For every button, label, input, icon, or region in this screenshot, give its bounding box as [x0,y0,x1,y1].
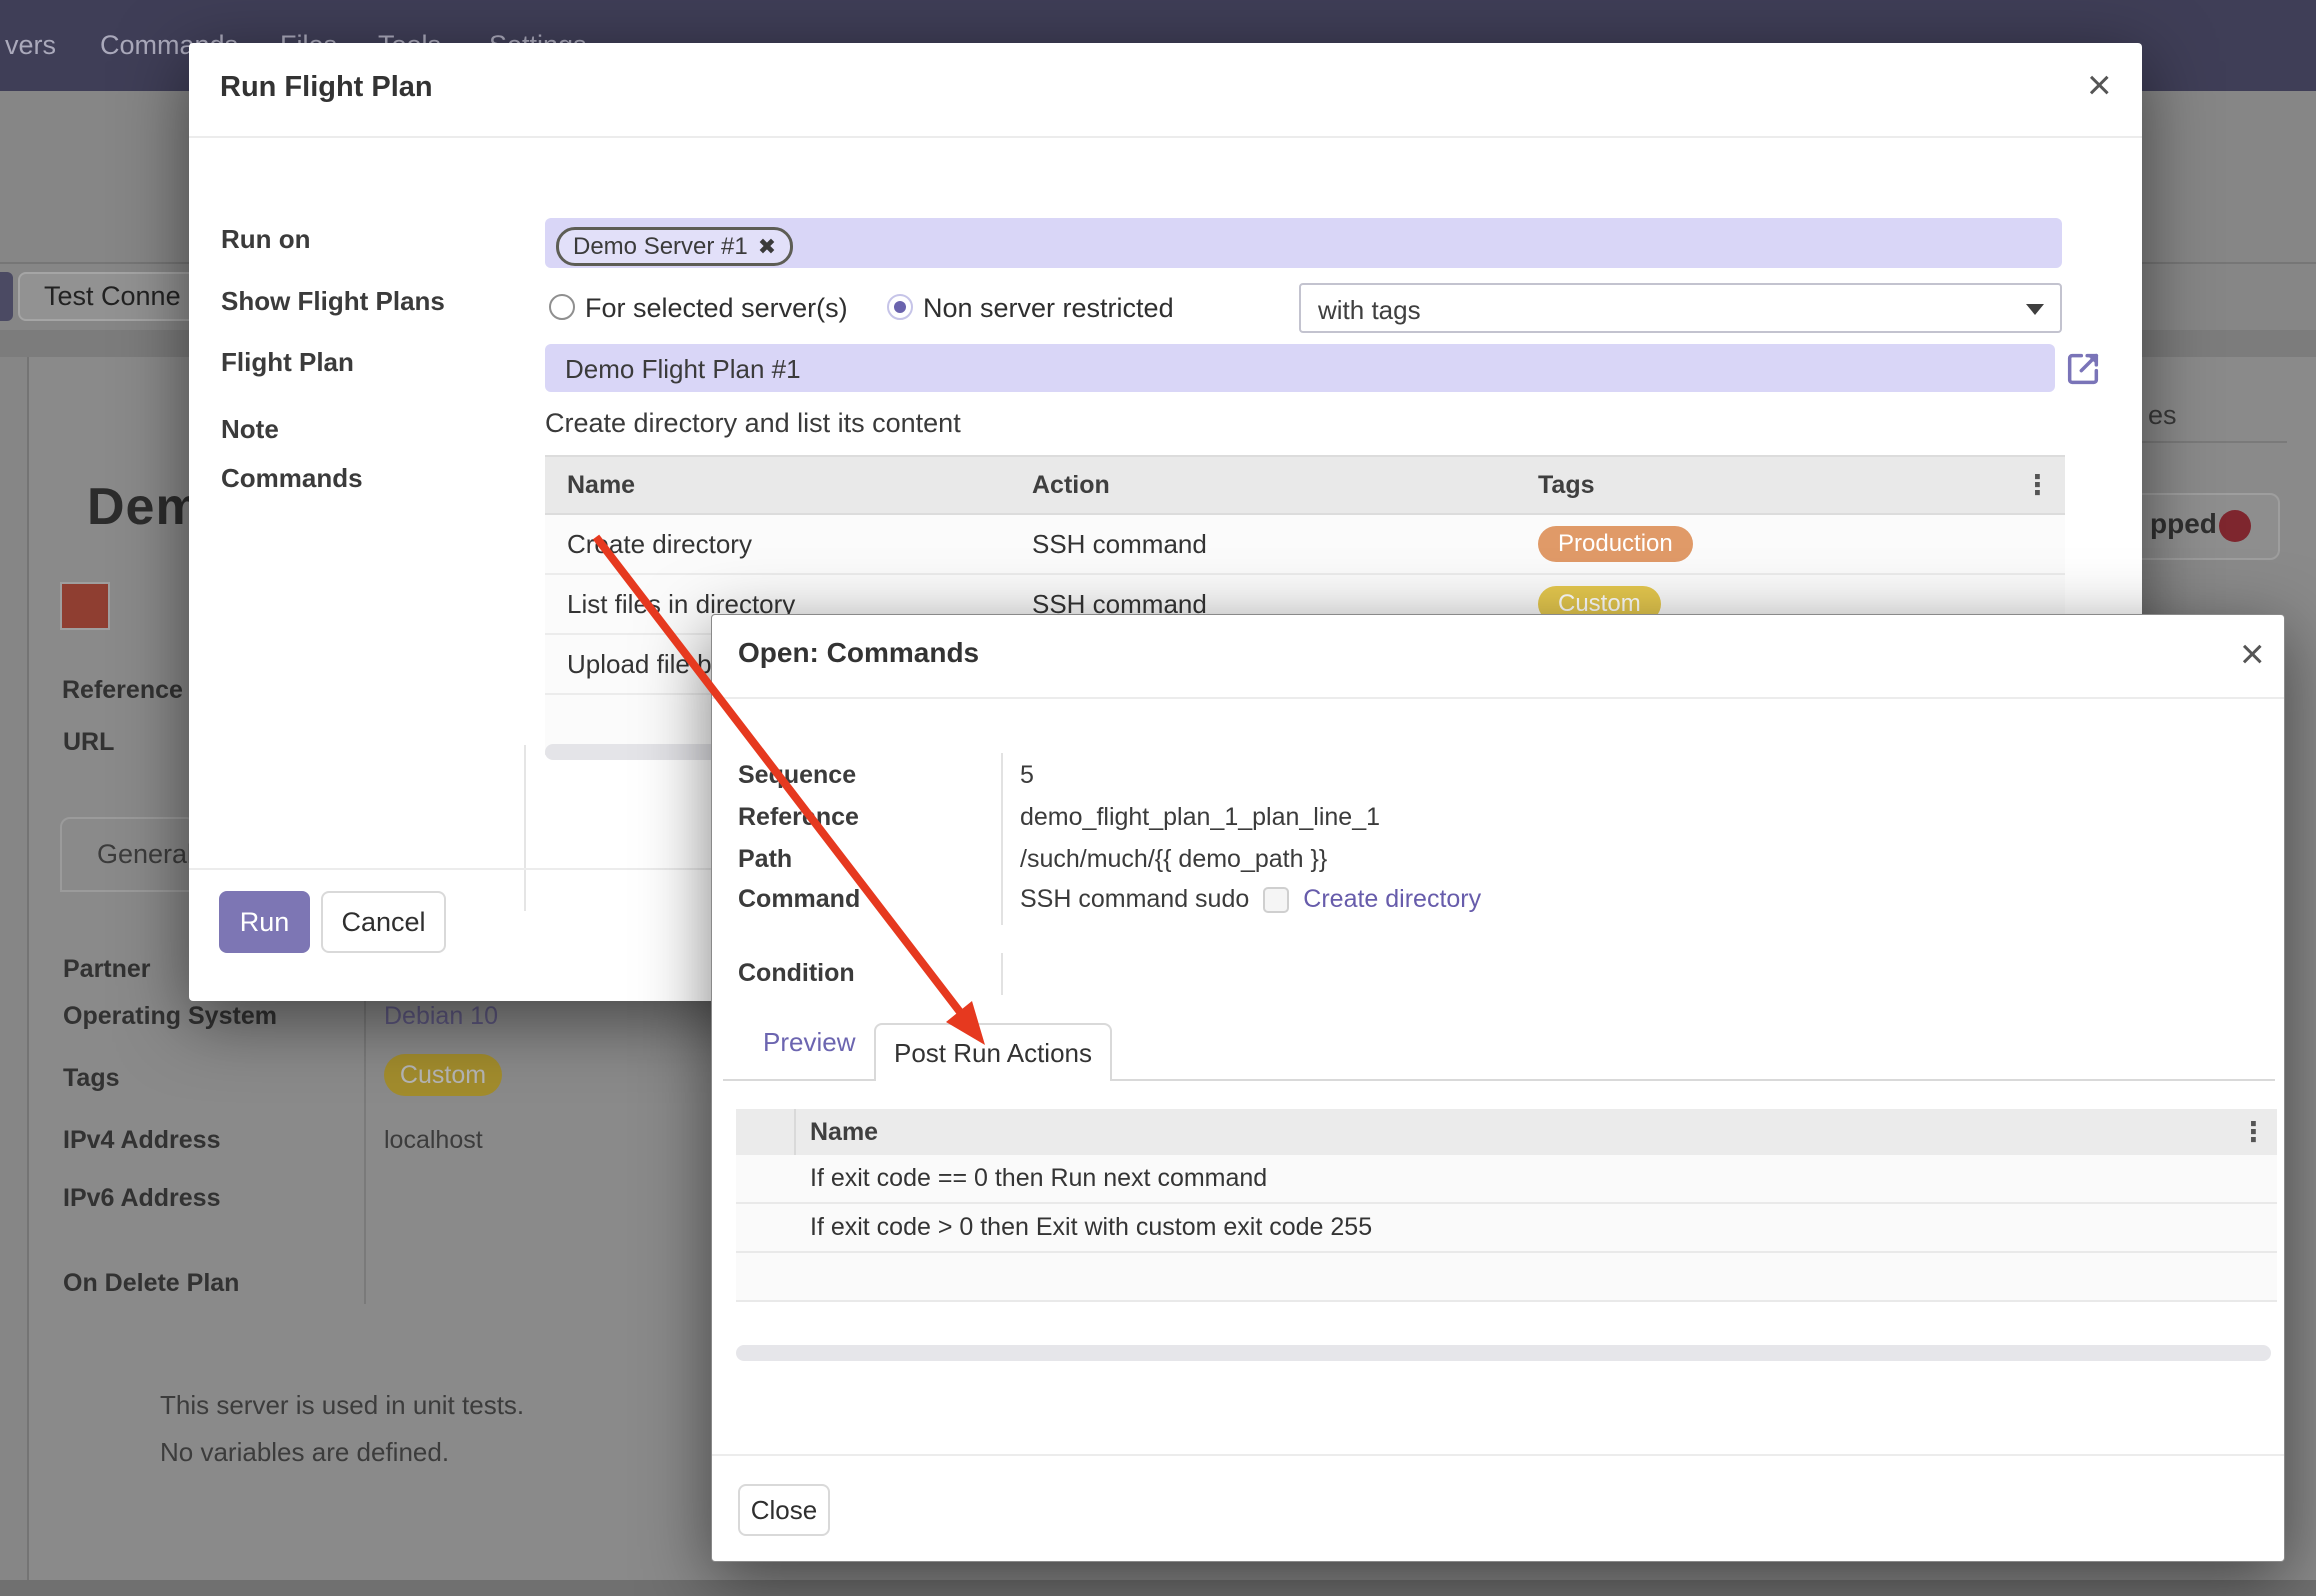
close-icon[interactable]: × [2240,639,2265,669]
table-row[interactable]: If exit code == 0 then Run next command [736,1155,2277,1204]
flight-plan-value: Demo Flight Plan #1 [565,354,801,385]
field-condition: Condition [738,959,978,988]
table-header-row: Name Action Tags ⋮ [545,455,2065,515]
run-on-select[interactable]: Demo Server #1 ✖ [545,218,2062,268]
run-on-label: Run on [221,224,311,255]
modal-header-divider [189,136,2142,138]
radio-for-selected-servers[interactable] [549,294,575,320]
col-tags[interactable]: Tags [1538,471,2024,500]
close-button[interactable]: Close [738,1484,830,1536]
modal-title: Open: Commands [738,637,979,669]
server-tag-pill[interactable]: Demo Server #1 ✖ [556,227,793,266]
tab-preview[interactable]: Preview [763,1027,855,1058]
unit-test-note: This server is used in unit tests. [160,1390,524,1421]
tab-general-label: General [97,839,193,870]
open-commands-modal: Open: Commands × Sequence 5 Reference de… [711,614,2285,1562]
field-path: Path /such/much/{{ demo_path }} [738,845,1327,874]
external-link-icon[interactable] [2063,349,2103,389]
ipv4-value: localhost [384,1126,483,1155]
server-tag-label: Demo Server #1 [573,233,748,261]
close-icon[interactable]: × [2087,70,2112,100]
condition-label: Condition [738,959,978,988]
radio-non-server-restricted[interactable] [887,294,913,320]
os-label: Operating System [63,1002,277,1031]
os-value-link[interactable]: Debian 10 [384,1002,498,1031]
ipv4-label: IPv4 Address [63,1126,220,1155]
tag-badge-production: Production [1538,526,1693,562]
sequence-value: 5 [978,761,1034,790]
cell-action: SSH command [1032,529,1538,560]
flight-plan-label: Flight Plan [221,347,354,378]
commands-label: Commands [221,463,363,494]
ipv6-label: IPv6 Address [63,1184,220,1213]
col-action[interactable]: Action [1032,471,1538,500]
sequence-label: Sequence [738,761,978,790]
cancel-button[interactable]: Cancel [321,891,446,953]
field-sequence: Sequence 5 [738,761,1034,790]
field-reference: Reference demo_flight_plan_1_plan_line_1 [738,803,1380,832]
modal-header-divider [712,697,2284,699]
radio-non-server-restricted-label[interactable]: Non server restricted [923,293,1174,324]
path-label: Path [738,845,978,874]
reference-label: Reference [738,803,978,832]
with-tags-select[interactable]: with tags [1299,283,2062,333]
status-red-dot-icon [2219,510,2251,542]
server-avatar [60,582,110,630]
status-badge-label: pped [2150,508,2217,540]
with-tags-value: with tags [1318,295,1421,326]
remove-tag-icon[interactable]: ✖ [758,234,776,260]
path-value: /such/much/{{ demo_path }} [978,845,1327,874]
screen: vers Commands Files Tools Settings Test … [0,0,2316,1596]
modal-title: Run Flight Plan [220,71,433,104]
tags-label: Tags [63,1064,120,1093]
table-header-row: Name ⋮ [736,1109,2277,1155]
table-row[interactable]: Create directory SSH command Production [545,515,2065,575]
on-delete-plan-label: On Delete Plan [63,1269,239,1298]
run-button[interactable]: Run [219,891,310,953]
no-variables-note: No variables are defined. [160,1437,449,1468]
table-row-empty [736,1253,2277,1302]
column-divider [524,745,526,911]
command-value: SSH command sudo [1020,885,1249,914]
partner-label: Partner [63,955,151,984]
url-label: URL [63,728,114,757]
table-hscrollbar[interactable] [736,1345,2271,1361]
sudo-checkbox[interactable] [1263,887,1289,913]
radio-for-selected-servers-label[interactable]: For selected server(s) [585,293,848,324]
post-run-actions-table: Name ⋮ If exit code == 0 then Run next c… [736,1109,2277,1302]
col-name[interactable]: Name [545,471,1032,500]
flight-plan-description: Create directory and list its content [545,408,961,439]
cell-name: If exit code > 0 then Exit with custom e… [796,1213,1372,1242]
reference-label: Reference [62,676,183,705]
show-flight-plans-label: Show Flight Plans [221,286,445,317]
reference-value: demo_flight_plan_1_plan_line_1 [978,803,1380,832]
cell-name: If exit code == 0 then Run next command [796,1164,1267,1193]
note-label: Note [221,414,279,445]
chevron-down-icon [2026,304,2044,315]
background-primary-button[interactable] [0,272,13,321]
col-name[interactable]: Name [796,1118,2240,1147]
table-options-icon[interactable]: ⋮ [2024,470,2065,501]
table-row[interactable]: If exit code > 0 then Exit with custom e… [736,1204,2277,1253]
modal-footer-divider [712,1454,2284,1456]
field-divider [1001,953,1003,995]
selector-column [736,1109,796,1155]
page-bottom-edge [0,1580,2316,1596]
flight-plan-select[interactable]: Demo Flight Plan #1 [545,344,2055,392]
cell-name: Create directory [545,529,1032,560]
field-command: Command SSH command sudo Create director… [738,885,1481,914]
tab-post-run-actions[interactable]: Post Run Actions [874,1023,1112,1081]
create-directory-link[interactable]: Create directory [1303,885,1481,914]
nav-item-servers[interactable]: vers [5,30,56,61]
table-options-icon[interactable]: ⋮ [2240,1117,2277,1148]
tag-badge-custom: Custom [384,1054,502,1096]
background-tab-fragment[interactable]: es [2148,400,2177,431]
command-label: Command [738,885,978,914]
